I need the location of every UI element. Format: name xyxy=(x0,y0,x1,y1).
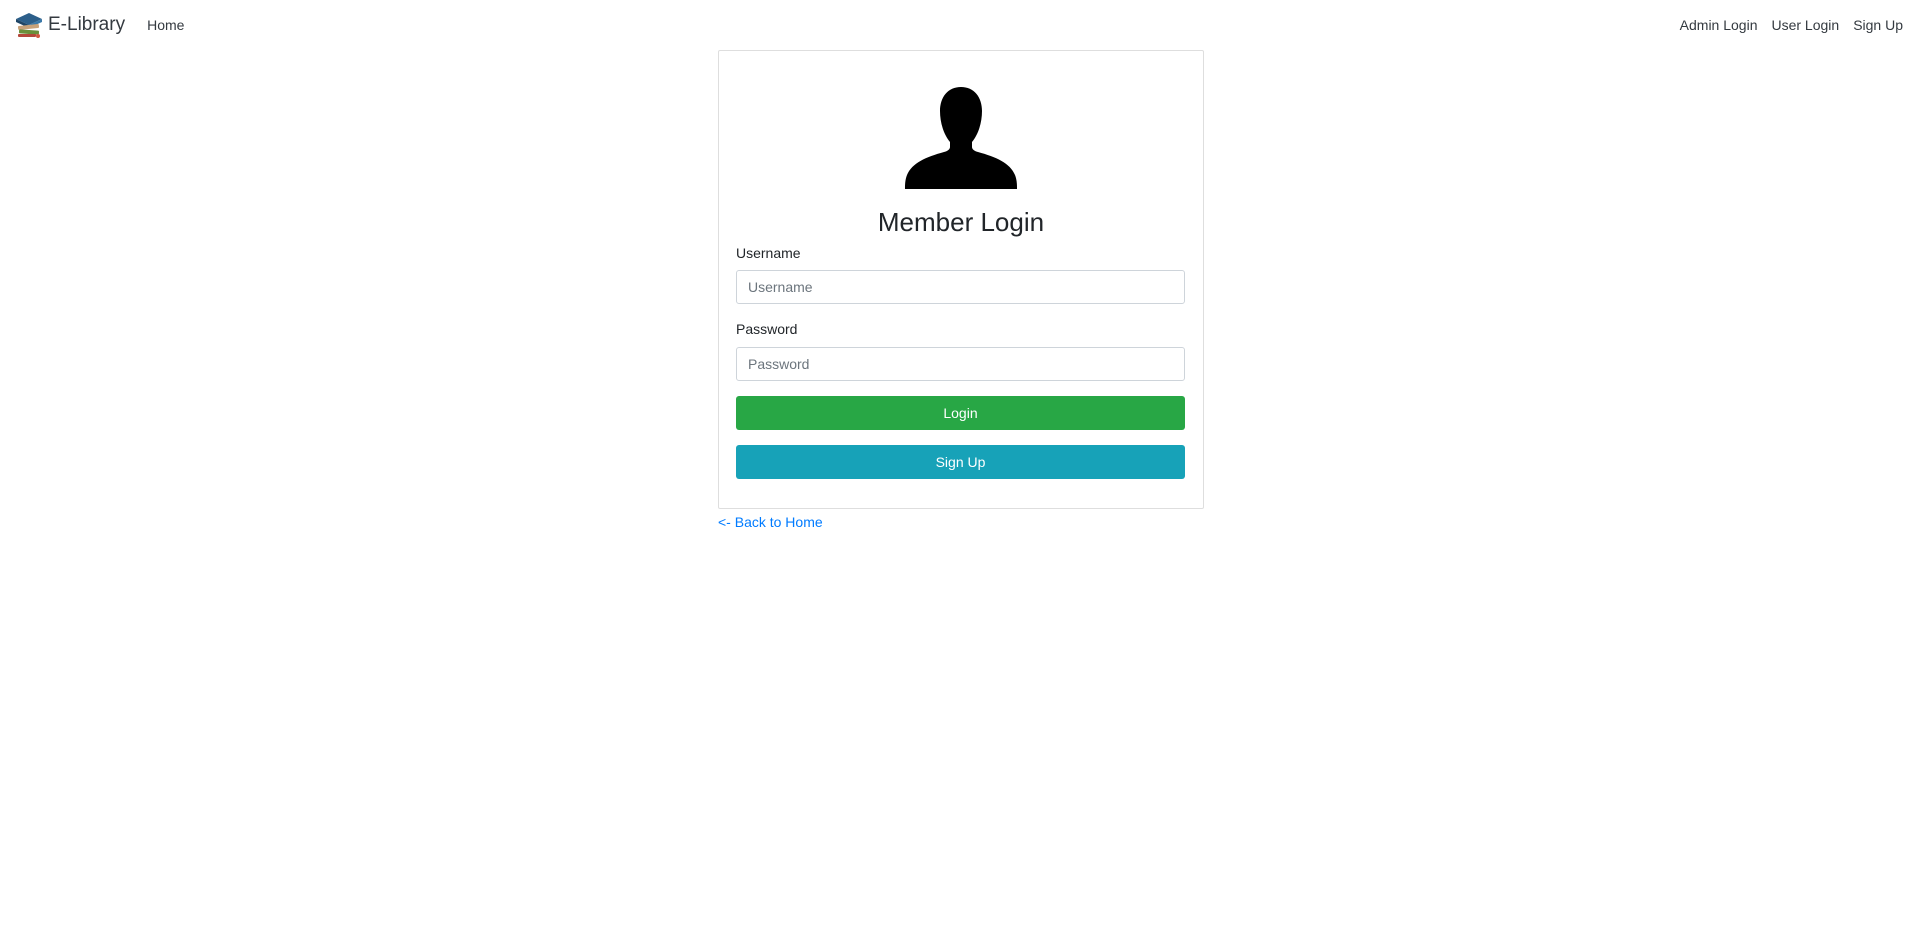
sign-up-button[interactable]: Sign Up xyxy=(736,445,1185,479)
login-title: Member Login xyxy=(877,207,1045,237)
username-label: Username xyxy=(736,245,801,261)
book-stack-icon xyxy=(14,10,44,40)
back-to-home-link[interactable]: <- Back to Home xyxy=(718,514,823,530)
user-silhouette-icon xyxy=(905,87,1017,189)
nav-admin-login-link[interactable]: Admin Login xyxy=(1680,17,1758,33)
brand-text: E-Library xyxy=(48,14,126,35)
password-input[interactable] xyxy=(736,347,1185,381)
login-card: Member Login Username Password Login Sig… xyxy=(718,50,1204,509)
password-label: Password xyxy=(736,321,798,337)
navbar-left: E-Library Home xyxy=(14,10,184,40)
avatar-container xyxy=(719,85,1203,189)
username-input[interactable] xyxy=(736,270,1185,304)
navbar-right: Admin Login User Login Sign Up xyxy=(1680,17,1903,33)
top-navbar: E-Library Home Admin Login User Login Si… xyxy=(0,0,1919,50)
login-button[interactable]: Login xyxy=(736,396,1185,430)
brand-link[interactable]: E-Library xyxy=(14,10,125,40)
nav-sign-up-link[interactable]: Sign Up xyxy=(1853,17,1903,33)
nav-user-login-link[interactable]: User Login xyxy=(1771,17,1839,33)
nav-home-link[interactable]: Home xyxy=(147,17,184,33)
